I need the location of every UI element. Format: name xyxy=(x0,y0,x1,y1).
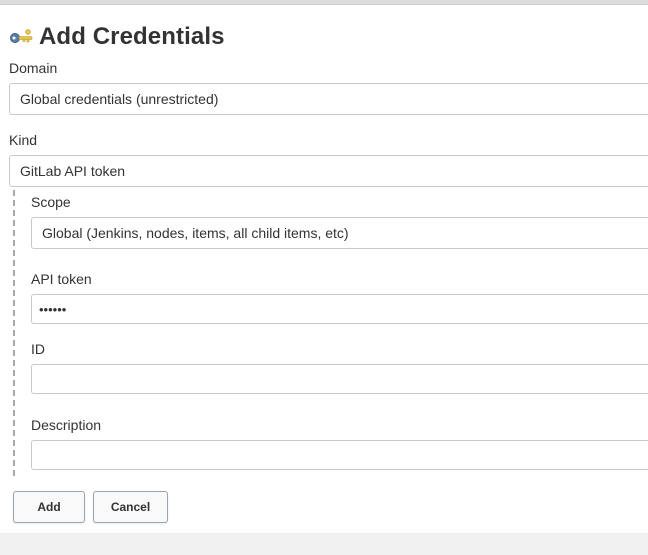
id-field[interactable] xyxy=(31,364,648,394)
api-token-field[interactable]: •••••• xyxy=(31,294,648,324)
description-field[interactable] xyxy=(31,440,648,470)
kind-select[interactable]: GitLab API token xyxy=(9,155,648,187)
id-label: ID xyxy=(31,341,45,357)
page-title: Add Credentials xyxy=(39,23,225,50)
add-credentials-page: Add Credentials Domain Global credential… xyxy=(0,0,648,555)
top-divider xyxy=(0,0,648,5)
domain-select[interactable]: Global credentials (unrestricted) xyxy=(9,83,648,115)
bottom-footer-band xyxy=(0,533,648,555)
scope-select[interactable]: Global (Jenkins, nodes, items, all child… xyxy=(31,217,648,249)
page-header: Add Credentials xyxy=(9,22,225,52)
key-icon xyxy=(10,29,33,43)
nested-section-divider xyxy=(13,190,15,476)
api-token-label: API token xyxy=(31,271,92,287)
kind-label: Kind xyxy=(9,132,38,148)
description-label: Description xyxy=(31,417,102,433)
cancel-button[interactable]: Cancel xyxy=(93,491,168,523)
domain-label: Domain xyxy=(9,60,58,76)
add-button[interactable]: Add xyxy=(13,491,85,523)
scope-label: Scope xyxy=(31,194,71,210)
